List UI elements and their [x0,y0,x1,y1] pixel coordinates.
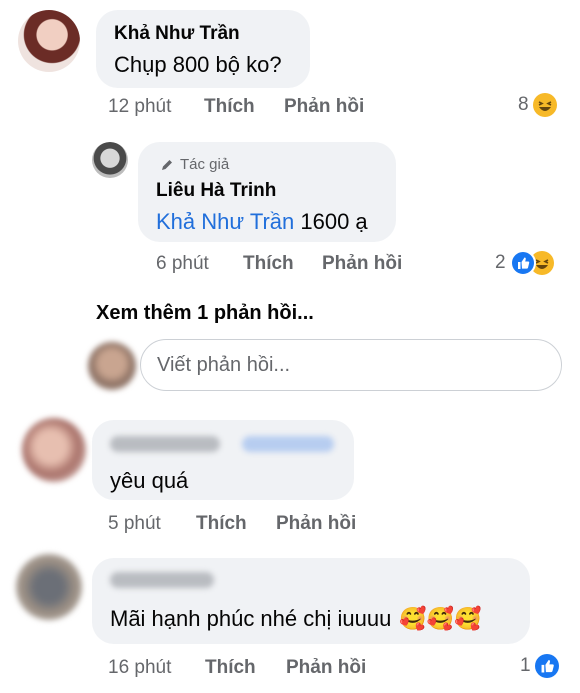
smiling-hearts-emoji: 🥰 [454,606,482,631]
reply-placeholder: Viết phản hồi... [157,354,291,376]
view-more-replies[interactable]: Xem thêm 1 phản hồi... [96,302,314,325]
comment-time[interactable]: 16 phút [108,657,171,679]
comment-text: Khả Như Trần 1600 ạ [156,209,368,234]
reaction-summary[interactable]: 8 [518,93,557,117]
like-icon [509,250,536,276]
comment-bubble: yêu quá [92,420,354,500]
author-badge: Tác giả [180,156,230,173]
reaction-summary[interactable]: 1 [520,654,559,678]
reply-button[interactable]: Phản hồi [286,657,366,679]
blurred-badge [242,436,334,452]
reply-button[interactable]: Phản hồi [276,513,356,535]
avatar[interactable] [22,418,86,482]
mention-link[interactable]: Khả Như Trần [156,209,294,234]
comment-time[interactable]: 6 phút [156,253,209,275]
reaction-count: 1 [520,655,531,676]
like-icon [534,654,559,678]
comment-author[interactable]: Khả Như Trần [114,23,240,45]
avatar [88,342,136,390]
reply-input[interactable]: Viết phản hồi... [140,339,562,391]
smiling-hearts-emoji: 🥰 [426,606,455,631]
comment-text: Chụp 800 bộ ko? [114,52,282,77]
avatar[interactable] [18,10,80,72]
comment-bubble: Mãi hạnh phúc nhé chị iuuuu 🥰 🥰 🥰 [92,558,530,644]
pencil-icon [162,160,172,170]
reaction-count: 2 [495,252,506,273]
blurred-author [110,436,220,452]
smiling-hearts-emoji: 🥰 [399,606,427,631]
reply-button[interactable]: Phản hồi [284,96,364,118]
like-button[interactable]: Thích [196,513,247,535]
avatar[interactable] [16,554,82,620]
comment-bubble: Khả Như Trần Chụp 800 bộ ko? [96,10,310,88]
reply-button[interactable]: Phản hồi [322,253,402,275]
comment-text: yêu quá [110,468,189,493]
haha-icon [532,93,557,117]
like-button[interactable]: Thích [243,253,294,275]
comment-text: Mãi hạnh phúc nhé chị iuuuu 🥰 🥰 🥰 [110,606,482,631]
comment-time[interactable]: 5 phút [108,513,161,535]
blurred-author [110,572,214,588]
comment-time[interactable]: 12 phút [108,96,171,118]
reaction-summary[interactable]: 2 [495,250,554,276]
like-button[interactable]: Thích [204,96,255,118]
comment-bubble: Tác giả Liêu Hà Trinh Khả Như Trần 1600 … [138,142,396,242]
like-button[interactable]: Thích [205,657,256,679]
avatar[interactable] [92,142,128,178]
reaction-count: 8 [518,94,529,115]
comment-author[interactable]: Liêu Hà Trinh [156,180,276,202]
